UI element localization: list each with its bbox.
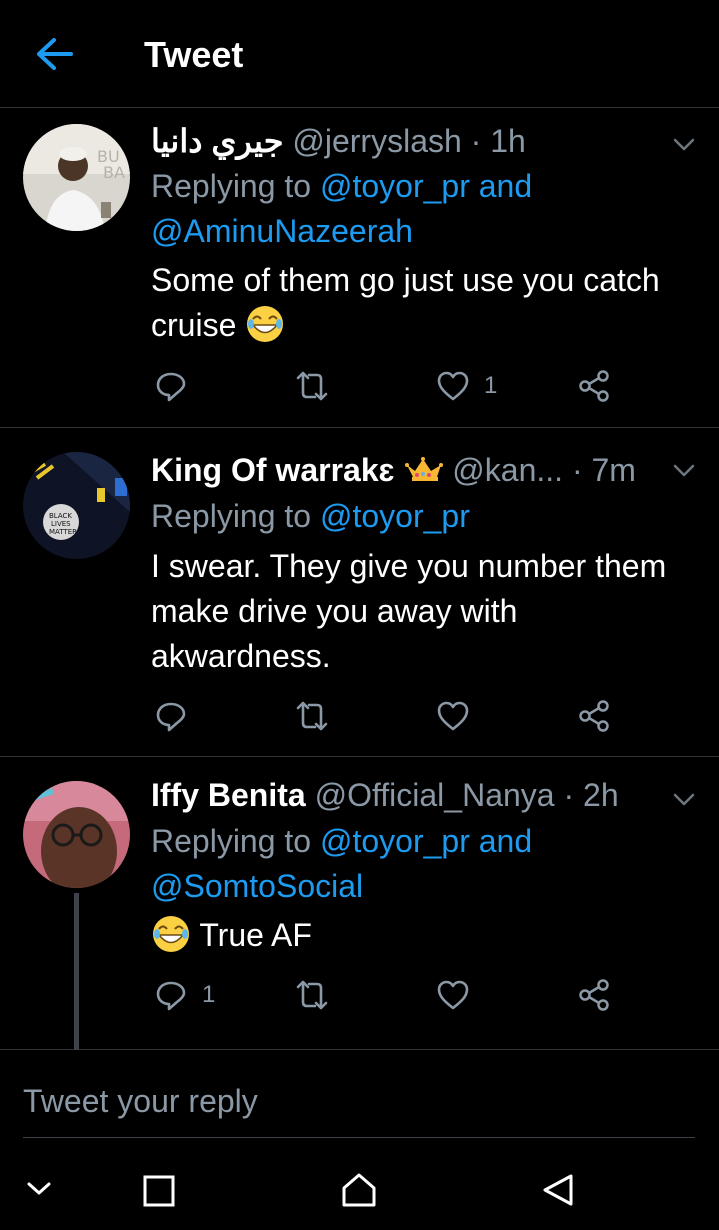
separator-dot: · xyxy=(563,777,575,813)
user-handle[interactable]: @jerryslash xyxy=(292,123,461,159)
mention-link[interactable]: @SomtoSocial xyxy=(151,868,363,904)
avatar[interactable]: BLACK LIVES MATTER xyxy=(23,452,130,559)
svg-text:LIVES: LIVES xyxy=(51,520,71,528)
share-button[interactable] xyxy=(577,366,611,406)
tweet-body: True AF xyxy=(199,917,312,953)
like-count: 1 xyxy=(484,372,498,399)
tweet-text: True AF xyxy=(151,913,699,958)
user-handle[interactable]: @Official_Nanya xyxy=(315,777,555,813)
separator-dot: · xyxy=(470,123,482,159)
replying-to: Replying to @toyor_pr xyxy=(151,494,699,539)
mention-link[interactable]: @toyor_pr and xyxy=(320,168,532,204)
share-icon xyxy=(579,370,609,402)
replying-to-label: Replying to xyxy=(151,498,312,534)
emoji-icon xyxy=(247,306,284,342)
tweet-header: King Of warrakɛ @kan... · 7m xyxy=(151,452,649,489)
tweet-body: Some of them go just use you catch cruis… xyxy=(151,262,660,343)
thread-connector xyxy=(74,893,79,1050)
reply-composer xyxy=(23,1076,695,1138)
retweet-button[interactable] xyxy=(295,696,329,736)
avatar[interactable]: BU BA xyxy=(23,124,130,231)
like-icon xyxy=(437,701,469,731)
retweet-icon xyxy=(296,371,328,401)
replying-to: Replying to @toyor_pr and @AminuNazeerah xyxy=(151,164,699,254)
reply-count: 1 xyxy=(202,981,216,1008)
reply-icon xyxy=(156,372,186,402)
share-icon xyxy=(579,979,609,1011)
tweet-item[interactable]: BU BA جيري دانيا @jerryslash · 1h Replyi… xyxy=(0,108,719,428)
reply-icon xyxy=(156,702,186,732)
chevron-down-icon[interactable] xyxy=(673,793,695,807)
tweet-text: I swear. They give you number them make … xyxy=(151,548,667,674)
tweet-item[interactable]: BLACK LIVES MATTER King Of warrakɛ @kan.… xyxy=(0,428,719,757)
tweet-actions xyxy=(0,696,719,736)
system-nav-bar xyxy=(0,1150,719,1230)
like-button[interactable]: 1 xyxy=(436,366,497,406)
share-button[interactable] xyxy=(577,975,611,1015)
mention-link[interactable]: @toyor_pr and xyxy=(320,823,532,859)
tweet-text: Some of them go just use you catch cruis… xyxy=(151,258,699,348)
like-icon xyxy=(437,980,469,1010)
timestamp[interactable]: 7m xyxy=(591,452,635,488)
tweet-actions: 1 xyxy=(0,366,719,406)
chevron-down-icon[interactable] xyxy=(673,138,695,152)
share-icon xyxy=(579,700,609,732)
like-button[interactable] xyxy=(436,975,484,1015)
svg-text:BA: BA xyxy=(103,163,125,182)
mention-link[interactable]: @AminuNazeerah xyxy=(151,213,413,249)
tweet-header: Iffy Benita @Official_Nanya · 2h xyxy=(151,777,649,814)
chevron-down-icon[interactable] xyxy=(673,464,695,478)
display-name[interactable]: Iffy Benita xyxy=(151,777,306,813)
emoji-icon xyxy=(153,916,189,952)
replying-to-label: Replying to xyxy=(151,823,312,859)
retweet-button[interactable] xyxy=(295,366,329,406)
crown-icon xyxy=(405,457,444,481)
reply-button[interactable]: 1 xyxy=(154,975,215,1015)
separator-dot: · xyxy=(571,452,583,488)
reply-icon xyxy=(156,981,186,1011)
timestamp[interactable]: 2h xyxy=(583,777,619,813)
retweet-icon xyxy=(296,701,328,731)
top-app-bar: Tweet xyxy=(0,0,719,108)
user-handle[interactable]: @kan... xyxy=(452,452,563,488)
reply-button[interactable] xyxy=(154,366,202,406)
svg-text:MATTER: MATTER xyxy=(49,528,77,536)
timestamp[interactable]: 1h xyxy=(490,123,526,159)
nav-home-icon[interactable] xyxy=(340,1172,378,1208)
reply-button[interactable] xyxy=(154,696,202,736)
reply-input[interactable] xyxy=(23,1076,695,1126)
tweet-item[interactable]: Iffy Benita @Official_Nanya · 2h Replyin… xyxy=(0,757,719,1050)
like-icon xyxy=(437,371,469,401)
nav-square-icon[interactable] xyxy=(142,1174,176,1208)
share-button[interactable] xyxy=(577,696,611,736)
mention-link[interactable]: @toyor_pr xyxy=(320,498,470,534)
replying-to-label: Replying to xyxy=(151,168,312,204)
nav-back-icon[interactable] xyxy=(540,1172,576,1208)
tweet-header: جيري دانيا @jerryslash · 1h xyxy=(151,122,649,160)
retweet-button[interactable] xyxy=(295,975,329,1015)
tweet-actions: 1 xyxy=(0,975,719,1015)
display-name[interactable]: جيري دانيا xyxy=(151,123,283,159)
page-title: Tweet xyxy=(144,34,244,75)
retweet-icon xyxy=(296,980,328,1010)
svg-text:BLACK: BLACK xyxy=(49,512,72,520)
back-arrow-icon[interactable] xyxy=(34,36,74,72)
nav-collapse-icon[interactable] xyxy=(26,1180,52,1198)
replying-to: Replying to @toyor_pr and @SomtoSocial xyxy=(151,819,699,909)
avatar[interactable] xyxy=(23,781,130,888)
like-button[interactable] xyxy=(436,696,484,736)
display-name[interactable]: King Of warrakɛ xyxy=(151,452,395,488)
